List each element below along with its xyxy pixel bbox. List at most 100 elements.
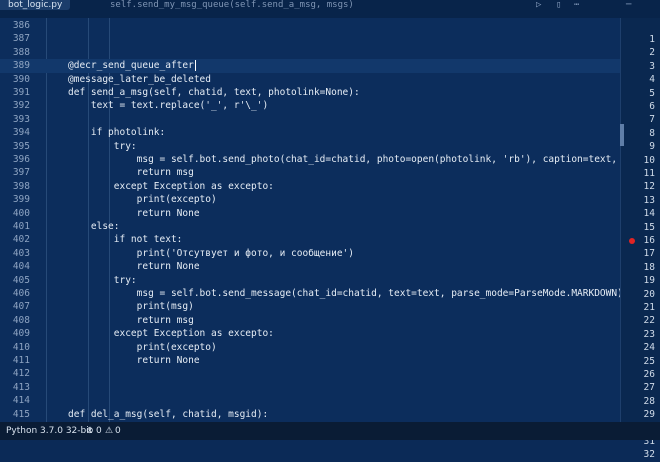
code-text[interactable]: return None bbox=[68, 354, 200, 367]
code-text[interactable]: print('Отсутвует и фото, и сообщение') bbox=[68, 247, 354, 260]
line-number: 388 bbox=[12, 46, 30, 58]
secondary-line-number: 28 bbox=[643, 395, 655, 407]
code-line[interactable]: 394 if photolink: bbox=[0, 126, 620, 139]
code-text[interactable]: msg = self.bot.send_photo(chat_id=chatid… bbox=[68, 153, 620, 166]
code-line[interactable]: 404 return None bbox=[0, 260, 620, 273]
code-text[interactable]: print(msg) bbox=[68, 300, 194, 313]
split-view-icon[interactable]: ▯ bbox=[556, 0, 561, 10]
code-line[interactable]: 412 bbox=[0, 367, 620, 380]
code-text[interactable]: try: bbox=[68, 274, 137, 287]
code-line[interactable]: 410 print(excepto) bbox=[0, 341, 620, 354]
error-icon[interactable]: ⊗ bbox=[86, 422, 94, 440]
code-line[interactable]: 402 if not text: bbox=[0, 233, 620, 246]
code-line[interactable]: 415 def del_a_msg(self, chatid, msgid): bbox=[0, 408, 620, 421]
secondary-line-number: 24 bbox=[643, 342, 655, 354]
secondary-editor-gutter: 1 2 3 4 5 6 7 8 9 10 11 12 13 14 15 16 17 18 19 20 21 22 23 24 2… bbox=[620, 18, 660, 460]
code-line[interactable]: 405 try: bbox=[0, 274, 620, 287]
code-text[interactable]: try: bbox=[68, 140, 137, 153]
line-number: 405 bbox=[12, 274, 30, 286]
code-line[interactable]: 408 return msg bbox=[0, 314, 620, 327]
line-number: 391 bbox=[12, 87, 30, 98]
line-number: 404 bbox=[12, 261, 30, 273]
code-text[interactable]: if photolink: bbox=[68, 126, 165, 139]
code-line[interactable]: 397 return msg bbox=[0, 166, 620, 179]
code-text[interactable]: return None bbox=[68, 260, 200, 273]
status-bar: Python 3.7.0 32-bit ⊗ 0 ⚠ 0 bbox=[0, 422, 660, 440]
code-line[interactable]: 396 msg = self.bot.send_photo(chat_id=ch… bbox=[0, 153, 620, 166]
code-text[interactable]: else: bbox=[68, 220, 120, 233]
code-line[interactable]: 389 @decr_send_queue_after bbox=[0, 59, 620, 73]
line-number: 397 bbox=[12, 167, 30, 179]
line-number: 402 bbox=[12, 234, 30, 246]
secondary-line-number: 29 bbox=[643, 409, 655, 421]
code-text[interactable]: except Exception as excepto: bbox=[68, 180, 274, 193]
code-text[interactable]: print(excepto) bbox=[68, 341, 217, 354]
code-editor[interactable]: 386 387 388 389 @decr_send_queue_after 390 @me… bbox=[0, 18, 620, 422]
code-text[interactable]: text = text.replace('_', r'\_') bbox=[68, 99, 268, 112]
code-line[interactable]: 398 except Exception as excepto: bbox=[0, 180, 620, 193]
code-line[interactable]: 393 bbox=[0, 113, 620, 126]
minimap-toggle-icon[interactable]: ─ bbox=[626, 0, 631, 10]
code-line[interactable]: 387 bbox=[0, 32, 620, 45]
code-line[interactable]: 411 return None bbox=[0, 354, 620, 367]
code-line[interactable]: 390 @message_later_be_deleted bbox=[0, 73, 620, 86]
secondary-line-number: 15 bbox=[643, 221, 655, 233]
secondary-line-number: 6 bbox=[649, 101, 655, 112]
code-line[interactable]: 403 print('Отсутвует и фото, и сообщение… bbox=[0, 247, 620, 260]
split-editor-icon[interactable]: ▷ bbox=[536, 0, 541, 10]
code-text[interactable]: return None bbox=[68, 207, 200, 220]
line-number: 387 bbox=[12, 33, 30, 45]
line-number: 414 bbox=[12, 395, 30, 407]
code-text[interactable]: if not text: bbox=[68, 233, 183, 246]
python-interpreter-selector[interactable]: Python 3.7.0 32-bit bbox=[6, 422, 92, 440]
code-line[interactable]: 409 except Exception as excepto: bbox=[0, 327, 620, 340]
line-number: 394 bbox=[12, 127, 30, 139]
code-text[interactable]: @message_later_be_deleted bbox=[68, 73, 211, 86]
code-text[interactable]: def send_a_msg(self, chatid, text, photo… bbox=[68, 86, 360, 99]
secondary-line-number: 22 bbox=[643, 315, 655, 327]
secondary-line-number: 23 bbox=[643, 328, 655, 340]
secondary-line-number: 4 bbox=[649, 74, 655, 86]
code-text[interactable]: @decr_send_queue_after bbox=[68, 59, 196, 72]
error-count[interactable]: 0 bbox=[96, 422, 102, 440]
secondary-line-number: 11 bbox=[643, 168, 655, 179]
code-text[interactable]: def del_a_msg(self, chatid, msgid): bbox=[68, 408, 268, 421]
line-number: 410 bbox=[12, 341, 30, 353]
code-text[interactable]: return msg bbox=[68, 166, 194, 179]
line-number: 390 bbox=[12, 73, 30, 85]
tab-bot-logic[interactable]: bot_logic.py bbox=[0, 0, 71, 10]
code-line[interactable]: 414 bbox=[0, 394, 620, 407]
line-number: 412 bbox=[12, 368, 30, 380]
code-line[interactable]: 386 bbox=[0, 19, 620, 32]
code-line[interactable]: 413 bbox=[0, 381, 620, 394]
code-line[interactable]: 406 msg = self.bot.send_message(chat_id=… bbox=[0, 287, 620, 300]
secondary-line-number: 3 bbox=[649, 60, 655, 72]
secondary-line-number: 17 bbox=[643, 248, 655, 260]
secondary-line-number: 5 bbox=[649, 87, 655, 99]
code-text[interactable]: return msg bbox=[68, 314, 194, 327]
breakpoint-icon[interactable] bbox=[629, 237, 635, 244]
code-line[interactable]: 399 print(excepto) bbox=[0, 193, 620, 206]
editor-scrollbar-thumb[interactable] bbox=[620, 124, 624, 146]
line-number: 398 bbox=[12, 180, 30, 192]
secondary-line-number: 19 bbox=[643, 275, 655, 287]
secondary-line-number: 26 bbox=[643, 369, 655, 380]
secondary-line-number: 25 bbox=[643, 355, 655, 367]
line-number: 415 bbox=[12, 408, 30, 420]
code-line[interactable]: 388 bbox=[0, 46, 620, 59]
code-text[interactable]: except Exception as excepto: bbox=[68, 327, 274, 340]
warning-count[interactable]: 0 bbox=[115, 422, 121, 440]
code-line[interactable]: 400 return None bbox=[0, 207, 620, 220]
warning-icon[interactable]: ⚠ bbox=[105, 422, 113, 440]
code-line[interactable]: 391 def send_a_msg(self, chatid, text, ph… bbox=[0, 86, 620, 99]
secondary-line-number: 8 bbox=[649, 127, 655, 139]
more-actions-icon[interactable]: ⋯ bbox=[574, 0, 579, 10]
code-line[interactable]: 395 try: bbox=[0, 140, 620, 153]
code-line[interactable]: 392 text = text.replace('_', r'\_') bbox=[0, 99, 620, 112]
line-number: 408 bbox=[12, 314, 30, 326]
code-line[interactable]: 407 print(msg) bbox=[0, 300, 620, 313]
code-text[interactable]: print(excepto) bbox=[68, 193, 217, 206]
code-text[interactable]: msg = self.bot.send_message(chat_id=chat… bbox=[68, 287, 620, 300]
secondary-line-number: 21 bbox=[643, 302, 655, 313]
code-line[interactable]: 401 else: bbox=[0, 220, 620, 233]
